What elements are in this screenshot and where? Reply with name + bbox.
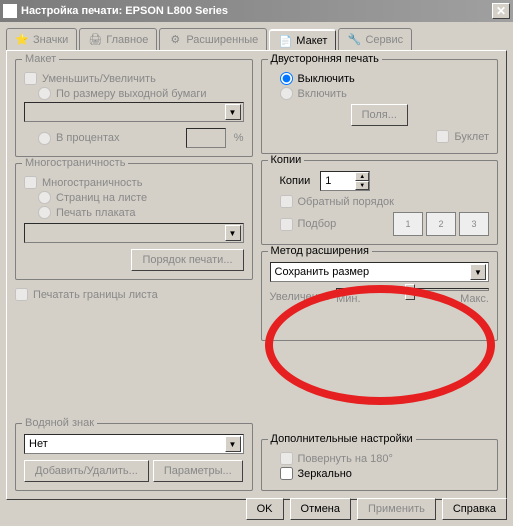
- zoom-slider[interactable]: Увеличение Мин.Макс.: [270, 288, 490, 305]
- duplex-off-radio[interactable]: Выключить: [280, 72, 490, 85]
- collate-icon-3: 3: [459, 212, 489, 236]
- star-icon: ⭐: [15, 33, 29, 47]
- help-button[interactable]: Справка: [442, 498, 507, 520]
- percent-field[interactable]: [186, 128, 226, 148]
- spin-down-icon[interactable]: ▼: [355, 181, 369, 190]
- percent-radio[interactable]: [38, 132, 51, 145]
- duplex-group: Двусторонняя печать Выключить Включить П…: [261, 59, 499, 154]
- booklet-check[interactable]: Буклет: [270, 130, 490, 143]
- watermark-combo[interactable]: Нет▼: [24, 434, 244, 454]
- poster-radio[interactable]: Печать плаката: [38, 206, 244, 219]
- mirror-check[interactable]: Зеркально: [280, 467, 490, 480]
- collate-icon-1: 1: [393, 212, 423, 236]
- tab-content: Макет Уменьшить/Увеличить По размеру вых…: [6, 50, 507, 500]
- watermark-add-remove-button[interactable]: Добавить/Удалить...: [24, 460, 149, 482]
- spin-up-icon[interactable]: ▲: [355, 172, 369, 181]
- titlebar: 🖨 Настройка печати: EPSON L800 Series ✕: [0, 0, 513, 22]
- expand-group: Метод расширения Сохранить размер▼ Увели…: [261, 251, 499, 341]
- output-paper-combo[interactable]: ▼: [24, 102, 244, 122]
- rotate180-check[interactable]: Повернуть на 180°: [280, 452, 490, 465]
- tab-service[interactable]: 🔧Сервис: [338, 28, 412, 50]
- layout-group: Макет Уменьшить/Увеличить По размеру вых…: [15, 59, 253, 157]
- copies-input[interactable]: 1▲▼: [320, 171, 370, 191]
- printer-icon: 🖨: [88, 33, 102, 47]
- ok-button[interactable]: OK: [246, 498, 284, 520]
- window-title: Настройка печати: EPSON L800 Series: [21, 5, 492, 17]
- chevron-down-icon: ▼: [225, 225, 241, 241]
- tab-main[interactable]: 🖨Главное: [79, 28, 157, 50]
- apply-button[interactable]: Применить: [357, 498, 436, 520]
- watermark-settings-button[interactable]: Параметры...: [153, 460, 243, 482]
- expand-method-combo[interactable]: Сохранить размер▼: [270, 262, 490, 282]
- margins-button[interactable]: Поля...: [351, 104, 408, 126]
- app-icon: 🖨: [3, 4, 17, 18]
- chevron-down-icon: ▼: [470, 264, 486, 280]
- close-icon[interactable]: ✕: [492, 3, 510, 19]
- tab-bar: ⭐Значки 🖨Главное ⚙Расширенные 📄Макет 🔧Се…: [0, 22, 513, 50]
- tab-layout[interactable]: 📄Макет: [269, 29, 336, 51]
- multipage-combo[interactable]: ▼: [24, 223, 244, 243]
- multipage-check[interactable]: Многостраничность: [24, 176, 244, 189]
- duplex-on-radio[interactable]: Включить: [280, 87, 490, 100]
- dialog-buttons: OK Отмена Применить Справка: [246, 498, 507, 520]
- fit-output-radio[interactable]: По размеру выходной бумаги: [38, 87, 244, 100]
- cancel-button[interactable]: Отмена: [290, 498, 351, 520]
- collate-icon-2: 2: [426, 212, 456, 236]
- tab-icons[interactable]: ⭐Значки: [6, 28, 77, 50]
- copies-group: Копии Копии 1▲▼ Обратный порядок Подбор …: [261, 160, 499, 245]
- multipage-group: Многостраничность Многостраничность Стра…: [15, 163, 253, 280]
- collate-check[interactable]: Подбор: [280, 218, 337, 231]
- copies-label: Копии: [280, 175, 311, 187]
- percent-row: В процентах %: [38, 128, 244, 148]
- extra-group: Дополнительные настройки Повернуть на 18…: [261, 439, 499, 491]
- watermark-group: Водяной знак Нет▼ Добавить/Удалить... Па…: [15, 423, 253, 491]
- wrench-icon: 🔧: [347, 33, 361, 47]
- gear-icon: ⚙: [168, 33, 182, 47]
- pages-per-sheet-radio[interactable]: Страниц на листе: [38, 191, 244, 204]
- chevron-down-icon: ▼: [225, 104, 241, 120]
- page-order-button[interactable]: Порядок печати...: [131, 249, 243, 271]
- print-settings-window: 🖨 Настройка печати: EPSON L800 Series ✕ …: [0, 0, 513, 526]
- page-icon: 📄: [278, 34, 292, 48]
- chevron-down-icon: ▼: [225, 436, 241, 452]
- tab-advanced[interactable]: ⚙Расширенные: [159, 28, 267, 50]
- reduce-enlarge-check[interactable]: Уменьшить/Увеличить: [24, 72, 244, 85]
- reverse-order-check[interactable]: Обратный порядок: [280, 195, 490, 208]
- print-borders-check[interactable]: Печатать границы листа: [15, 288, 253, 301]
- slider-thumb[interactable]: [405, 284, 415, 300]
